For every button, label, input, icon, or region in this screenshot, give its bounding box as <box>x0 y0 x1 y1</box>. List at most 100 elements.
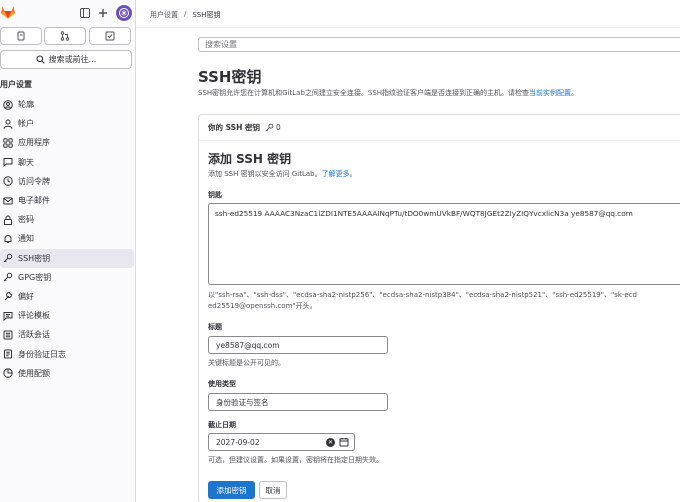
account-icon <box>3 119 13 129</box>
sidebar-item-access-tokens[interactable]: 访问令牌 <box>0 172 134 191</box>
todos-button[interactable] <box>89 27 131 45</box>
expiry-label: 截止日期 <box>208 421 236 429</box>
sidebar-item-active-sessions[interactable]: 活跃会话 <box>0 325 134 344</box>
sidebar-item-preferences[interactable]: 偏好 <box>0 287 134 306</box>
sidebar-section-title: 用户设置 <box>0 80 32 89</box>
key-icon <box>3 272 13 282</box>
key-icon <box>3 253 13 263</box>
page-description-text: SSH密钥允许您在计算机和GitLab之间建立安全连接。SSH指纹验证客户端是否… <box>198 89 530 97</box>
sidebar-item-label: 帐户 <box>18 119 34 129</box>
sidebar: 搜索或前往... 用户设置 轮廓 帐户 应用程序 聊天 访问令牌 电子邮件 密码… <box>0 0 136 502</box>
key-help-line: 以"ssh-rsa"、"ssh-dss"、"ecdsa-sha2-nistp25… <box>208 291 637 299</box>
main-content: 搜索设置 SSH密钥 SSH密钥允许您在计算机和GitLab之间建立安全连接。S… <box>136 28 680 502</box>
clear-date-icon[interactable]: ✕ <box>326 438 335 447</box>
issues-icon <box>16 31 26 41</box>
todo-check-icon <box>105 31 115 41</box>
key-textarea[interactable]: ssh-ed25519 AAAAC3NzaC1lZDI1NTE5AAAAINqP… <box>208 203 680 285</box>
sidebar-item-label: 密码 <box>18 215 34 225</box>
sidebar-item-label: 通知 <box>18 234 34 244</box>
expiry-date-input[interactable]: 2027-09-02 ✕ <box>208 433 355 451</box>
instance-config-link[interactable]: 当前实例配置 <box>529 89 571 97</box>
page-description: SSH密钥允许您在计算机和GitLab之间建立安全连接。SSH指纹验证客户端是否… <box>198 88 578 98</box>
key-icon <box>265 123 274 132</box>
avatar[interactable] <box>116 5 132 21</box>
quota-icon <box>3 368 13 378</box>
applications-icon <box>3 138 13 148</box>
sidebar-item-emails[interactable]: 电子邮件 <box>0 191 134 210</box>
breadcrumb-separator: / <box>184 10 187 18</box>
sidebar-counters <box>0 27 136 47</box>
top-bar: 用户设置 / SSH密钥 <box>136 0 680 28</box>
title-input[interactable]: ye8587@qq.com <box>208 336 388 354</box>
key-help-text: 以"ssh-rsa"、"ssh-dss"、"ecdsa-sha2-nistp25… <box>208 290 680 311</box>
log-icon <box>3 349 13 359</box>
add-key-button[interactable]: 添加密钥 <box>208 481 255 499</box>
add-key-description: 添加 SSH 密钥以安全访问 GitLab。了解更多。 <box>208 169 357 179</box>
sidebar-item-label: 偏好 <box>18 291 34 301</box>
usage-type-label: 使用类型 <box>208 380 236 388</box>
sidebar-item-account[interactable]: 帐户 <box>0 114 134 133</box>
bell-icon <box>3 234 13 244</box>
sidebar-item-ssh-keys[interactable]: SSH密钥 <box>0 248 134 268</box>
add-key-title: 添加 SSH 密钥 <box>208 152 292 166</box>
sidebar-item-profile[interactable]: 轮廓 <box>0 95 134 114</box>
usage-type-select[interactable]: 身份验证与签名 <box>208 393 388 411</box>
sidebar-item-label: 评论模板 <box>18 311 50 321</box>
sidebar-item-applications[interactable]: 应用程序 <box>0 133 134 152</box>
sidebar-item-label: 聊天 <box>18 157 34 167</box>
search-icon <box>36 55 45 64</box>
key-label: 钥匙 <box>208 191 222 199</box>
sidebar-toggle-icon[interactable] <box>78 6 92 20</box>
sidebar-item-label: 身份验证日志 <box>18 349 66 359</box>
sidebar-item-auth-log[interactable]: 身份验证日志 <box>0 344 134 363</box>
learn-more-link[interactable]: 了解更多。 <box>322 170 357 178</box>
sidebar-item-label: 活跃会话 <box>18 330 50 340</box>
sidebar-item-notifications[interactable]: 通知 <box>0 229 134 248</box>
gitlab-logo-icon[interactable] <box>0 5 16 19</box>
sidebar-item-label: 轮廓 <box>18 100 34 110</box>
lock-icon <box>3 215 13 225</box>
search-settings-input[interactable]: 搜索设置 <box>198 37 680 52</box>
sidebar-item-label: GPG密钥 <box>18 272 52 282</box>
chat-icon <box>3 157 13 168</box>
sidebar-item-comment-templates[interactable]: 评论模板 <box>0 306 134 325</box>
merge-request-icon <box>60 31 70 41</box>
cancel-button[interactable]: 取消 <box>259 481 287 499</box>
plus-icon[interactable] <box>96 6 110 20</box>
sidebar-item-label: 应用程序 <box>18 138 50 148</box>
key-count-value: 0 <box>275 123 281 132</box>
breadcrumb-user-settings[interactable]: 用户设置 <box>150 10 178 20</box>
breadcrumb: 用户设置 / SSH密钥 <box>150 10 221 20</box>
search-label: 搜索或前往... <box>48 55 97 64</box>
expiry-date-value: 2027-09-02 <box>216 437 260 447</box>
sessions-icon <box>3 330 13 340</box>
card-title: 你的 SSH 密钥 <box>208 123 260 132</box>
sidebar-item-password[interactable]: 密码 <box>0 210 134 229</box>
card-header: 你的 SSH 密钥 0 <box>199 115 680 141</box>
expiry-hint: 可选，但建议设置。如果设置，密钥将在指定日期失效。 <box>208 456 383 464</box>
issues-button[interactable] <box>0 27 42 45</box>
profile-icon <box>3 99 13 110</box>
sidebar-top <box>0 3 136 23</box>
ssh-keys-card: 你的 SSH 密钥 0 添加 SSH 密钥 添加 SSH 密钥以安全访问 Git… <box>198 114 680 502</box>
key-help-line: ed25519@openssh.com"开头。 <box>208 301 317 310</box>
sidebar-item-usage-quotas[interactable]: 使用配额 <box>0 364 134 383</box>
sidebar-item-label: 电子邮件 <box>18 196 50 206</box>
preferences-icon <box>3 291 13 301</box>
mail-icon <box>3 196 13 206</box>
sidebar-item-label: 访问令牌 <box>18 176 50 186</box>
sidebar-item-chat[interactable]: 聊天 <box>0 153 134 172</box>
page-title: SSH密钥 <box>198 68 262 86</box>
title-label: 标题 <box>208 323 222 331</box>
sidebar-item-label: 使用配额 <box>18 368 50 378</box>
sidebar-nav: 轮廓 帐户 应用程序 聊天 访问令牌 电子邮件 密码 通知 SSH密钥 GPG密… <box>0 95 134 383</box>
sidebar-item-gpg-keys[interactable]: GPG密钥 <box>0 268 134 287</box>
breadcrumb-current[interactable]: SSH密钥 <box>192 10 220 20</box>
sidebar-item-label: SSH密钥 <box>18 253 51 263</box>
comment-template-icon <box>3 311 13 321</box>
key-count: 0 <box>265 123 281 132</box>
calendar-icon[interactable] <box>339 437 349 447</box>
merge-requests-button[interactable] <box>44 27 86 45</box>
title-hint: 关键标题是公开可见的。 <box>208 359 285 367</box>
search-or-go-button[interactable]: 搜索或前往... <box>0 50 132 69</box>
